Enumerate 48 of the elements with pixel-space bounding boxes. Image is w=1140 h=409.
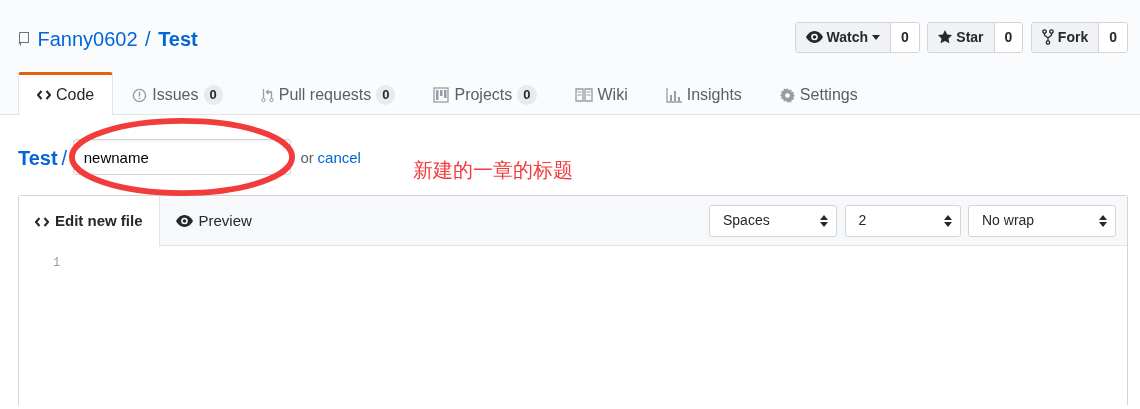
star-button[interactable]: Star xyxy=(928,22,995,52)
repo-name-link[interactable]: Test xyxy=(158,24,198,54)
count-badge: 0 xyxy=(517,85,537,105)
bar-graph-icon xyxy=(665,87,682,103)
indent-size-select[interactable]: 2 xyxy=(844,204,961,237)
wrap-mode-select[interactable]: No wrap xyxy=(968,204,1116,237)
repo-tab[interactable]: Issues 0 xyxy=(113,72,242,115)
select-arrows-icon xyxy=(820,214,828,227)
path-separator: / xyxy=(61,146,67,171)
issue-icon xyxy=(132,87,148,103)
line-number: 1 xyxy=(53,256,61,270)
select-arrows-icon xyxy=(943,214,952,227)
eye-icon xyxy=(805,31,823,43)
fork-count[interactable]: 0 xyxy=(1099,22,1127,52)
repo-tab[interactable]: Insights xyxy=(646,72,761,115)
repo-tab[interactable]: Settings xyxy=(760,72,877,115)
repo-name-link[interactable]: Test xyxy=(18,143,58,173)
star-count[interactable]: 0 xyxy=(994,22,1023,52)
filename-field[interactable]: newname xyxy=(72,139,291,175)
repo-tab[interactable]: Pull requests 0 xyxy=(241,72,415,115)
editor-tab[interactable]: Preview xyxy=(159,196,269,246)
pull-request-icon xyxy=(260,87,274,103)
eye-icon xyxy=(175,215,193,227)
indent-mode-select[interactable]: Spaces xyxy=(709,204,837,237)
repo-icon xyxy=(18,31,30,47)
fork-icon xyxy=(1041,29,1054,45)
or-text: or xyxy=(300,148,314,168)
watch-button[interactable]: Watch xyxy=(795,22,892,52)
code-icon xyxy=(37,89,51,101)
code-icon xyxy=(35,215,49,228)
cancel-link[interactable]: cancel xyxy=(317,147,361,170)
repo-tab[interactable]: Code xyxy=(18,72,114,115)
owner-link[interactable]: Fanny0602 xyxy=(37,24,138,54)
watch-count[interactable]: 0 xyxy=(891,22,919,52)
star-icon xyxy=(938,30,953,44)
project-board-icon xyxy=(433,87,450,103)
settings-icon xyxy=(779,87,795,103)
annotation-text: 新建的一章的标题 xyxy=(413,157,573,184)
book-icon xyxy=(574,88,593,102)
editor-tab[interactable]: Edit new file xyxy=(19,196,160,247)
select-arrows-icon xyxy=(1099,214,1107,227)
caret-icon xyxy=(872,34,881,40)
fork-button[interactable]: Fork xyxy=(1031,22,1100,52)
count-badge: 0 xyxy=(203,85,223,105)
path-separator: / xyxy=(145,27,151,52)
count-badge: 0 xyxy=(376,85,396,105)
repo-tab[interactable]: Wiki xyxy=(555,72,647,115)
repo-tab[interactable]: Projects 0 xyxy=(414,72,556,115)
